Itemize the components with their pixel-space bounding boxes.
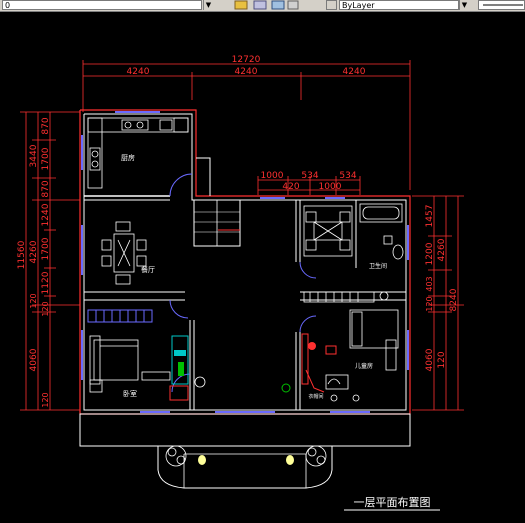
dim-right-h: 120 xyxy=(437,351,447,368)
layer-states-icon[interactable] xyxy=(271,0,285,10)
wardrobe xyxy=(87,309,153,323)
bathroom-fixtures xyxy=(359,203,404,260)
dim-left-b: 870 xyxy=(41,117,51,134)
dim-left-l: 120 xyxy=(41,392,50,407)
lineweight-line-icon xyxy=(483,4,523,6)
room-label-dining: 餐厅 xyxy=(141,265,155,274)
dim-right-f: 8240 xyxy=(449,288,459,311)
dim-overall-width: 12720 xyxy=(232,55,261,65)
door-swings xyxy=(169,173,317,393)
layer-tools-icons xyxy=(234,0,299,10)
layer-dropdown[interactable]: 0 xyxy=(2,0,202,10)
layer-value: 0 xyxy=(5,1,11,10)
kids-room-accents xyxy=(281,333,360,402)
kitchen-fixtures xyxy=(87,117,189,189)
dim-right-b: 4260 xyxy=(437,238,447,261)
linetype-value: ByLayer xyxy=(342,1,375,10)
dim-width-left: 4240 xyxy=(127,67,150,77)
dim-inner-3: 1000 xyxy=(319,182,342,192)
sofa-set xyxy=(303,205,353,257)
top-dimensions xyxy=(82,60,411,190)
lineweight-dropdown[interactable] xyxy=(478,0,525,10)
layer-dropdown-arrow[interactable]: ▼ xyxy=(203,0,213,10)
bedroom-furniture xyxy=(89,335,171,393)
dining-table xyxy=(101,221,147,285)
dim-left-k: 4060 xyxy=(29,348,39,371)
dim-left-a: 3440 xyxy=(29,144,39,167)
properties-toolbar: 0 ▼ ByLayer ▼ xyxy=(0,0,525,12)
dim-left-e: 1240 xyxy=(41,203,51,226)
aquarium-feature xyxy=(169,335,206,401)
layer-manager-icon[interactable] xyxy=(234,0,248,10)
drawing-canvas[interactable]: 12720 4240 4240 4240 1000 534 1000 534 4… xyxy=(0,12,525,523)
dim-inner-2: 534 xyxy=(301,171,318,181)
linetype-dropdown-arrow[interactable]: ▼ xyxy=(459,0,469,10)
dim-inner-5: 420 xyxy=(282,182,299,192)
dim-inner-4: 534 xyxy=(339,171,356,181)
floor-plan-walls xyxy=(79,109,411,489)
dim-right-g: 4060 xyxy=(425,348,435,371)
layer-previous-icon[interactable] xyxy=(253,0,267,10)
room-label-small: 衣帽间 xyxy=(308,393,323,400)
dim-left-d: 870 xyxy=(41,180,51,197)
dim-overall-height: 11560 xyxy=(17,240,27,269)
dim-left-i: 120 xyxy=(29,293,38,308)
dim-right-d: 403 xyxy=(425,276,434,291)
porch-planters xyxy=(165,445,327,467)
room-label-kids: 儿童房 xyxy=(355,362,373,370)
kids-bed xyxy=(325,309,399,390)
dim-right-a: 1457 xyxy=(425,205,435,228)
room-label-bathroom: 卫生间 xyxy=(369,262,387,270)
linetype-dropdown[interactable]: ByLayer xyxy=(339,0,459,10)
dim-left-g: 1700 xyxy=(41,237,51,260)
dim-left-f: 4260 xyxy=(29,240,39,263)
dim-left-c: 1700 xyxy=(41,147,51,170)
color-swatch[interactable] xyxy=(326,0,337,10)
dim-width-middle: 4240 xyxy=(235,67,258,77)
dim-left-h: 1120 xyxy=(41,271,51,294)
room-label-bedroom: 卧室 xyxy=(123,389,137,398)
dim-inner-1: 1000 xyxy=(261,171,284,181)
make-current-icon[interactable] xyxy=(287,0,299,10)
dim-right-c: 1200 xyxy=(425,242,435,265)
dim-width-right: 4240 xyxy=(343,67,366,77)
dim-right-e: 120 xyxy=(425,296,434,311)
dim-left-j: 120 xyxy=(41,301,50,316)
drawing-title: 一层平面布置图 xyxy=(354,496,431,509)
room-label-kitchen: 厨房 xyxy=(121,153,135,162)
